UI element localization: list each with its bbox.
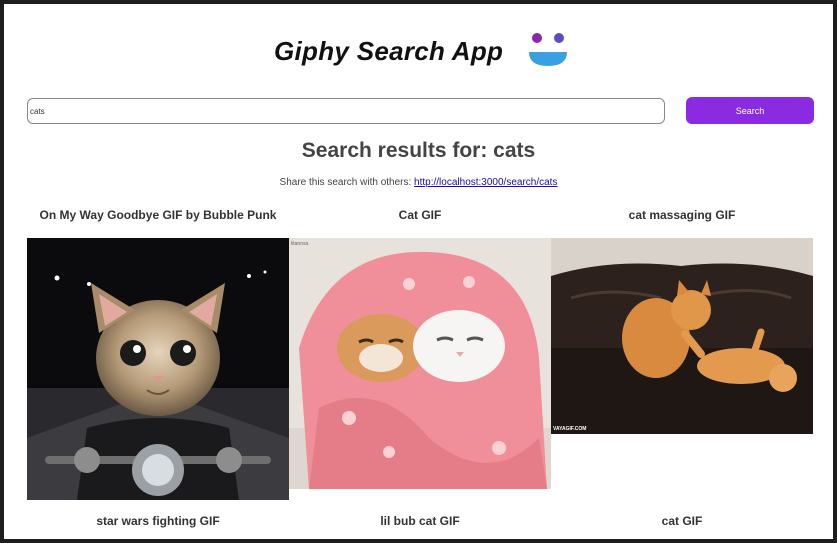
search-input[interactable] bbox=[27, 98, 665, 124]
gif-watermark: VAYAGIF.COM bbox=[553, 426, 586, 432]
gif-title: lil bub cat GIF bbox=[380, 514, 460, 528]
gif-title: star wars fighting GIF bbox=[96, 514, 220, 528]
share-line: Share this search with others: http://lo… bbox=[4, 177, 833, 188]
smiley-face-icon bbox=[529, 33, 567, 66]
gif-image-cat-massaging[interactable]: VAYAGIF.COM bbox=[551, 238, 813, 434]
gif-title: cat massaging GIF bbox=[628, 208, 736, 222]
gif-badge: litanosa bbox=[291, 241, 308, 247]
gif-title: On My Way Goodbye GIF by Bubble Punk bbox=[39, 208, 277, 222]
gif-image-cats-in-blanket[interactable]: litanosa bbox=[289, 238, 551, 489]
search-bar: Search bbox=[27, 97, 814, 126]
gif-image-kitten-motorcycle[interactable] bbox=[27, 238, 289, 500]
app-title: Giphy Search App bbox=[274, 36, 504, 66]
gif-title: Cat GIF bbox=[398, 208, 442, 222]
gif-title: cat GIF bbox=[661, 514, 703, 528]
app-header: Giphy Search App bbox=[4, 30, 833, 80]
share-link[interactable]: http://localhost:3000/search/cats bbox=[414, 177, 557, 188]
share-label: Share this search with others: bbox=[279, 177, 412, 188]
browser-viewport: Giphy Search App Search Search results f… bbox=[4, 4, 833, 539]
search-button[interactable]: Search bbox=[686, 97, 814, 124]
results-heading: Search results for: cats bbox=[301, 139, 536, 162]
